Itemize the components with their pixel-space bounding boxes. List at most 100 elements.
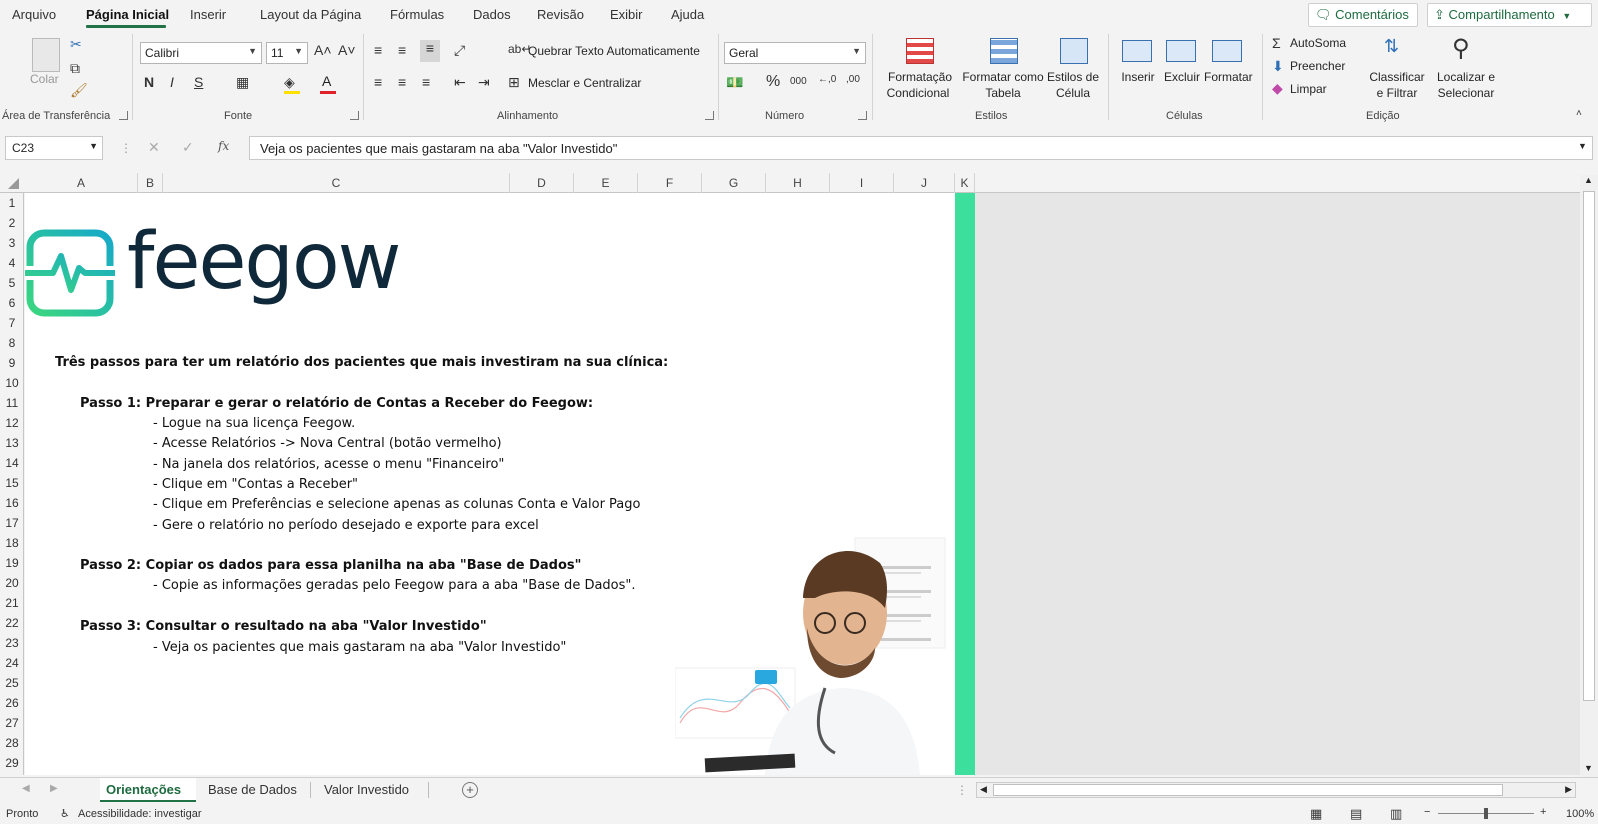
row-header[interactable]: 11 xyxy=(0,393,23,413)
sort-filter-line2[interactable]: e Filtrar xyxy=(1366,86,1428,101)
cell-styles-line2[interactable]: Célula xyxy=(1044,86,1102,101)
row-header[interactable]: 3 xyxy=(0,233,23,253)
fill-color-icon[interactable]: ◈ xyxy=(284,74,295,91)
row-header[interactable]: 1 xyxy=(0,193,23,213)
number-format-select[interactable]: Geral ▼ xyxy=(724,42,866,64)
tab-layout[interactable]: Layout da Página xyxy=(260,7,361,22)
col-header-k[interactable]: K xyxy=(955,173,975,193)
row-header[interactable]: 17 xyxy=(0,513,23,533)
scroll-right-icon[interactable]: ▶ xyxy=(1565,784,1572,795)
page-break-view-icon[interactable]: ▥ xyxy=(1390,806,1402,822)
col-header-d[interactable]: D xyxy=(510,173,574,193)
format-table-line2[interactable]: Tabela xyxy=(960,86,1046,101)
row-header[interactable]: 7 xyxy=(0,313,23,333)
format-painter-icon[interactable]: 🖌 xyxy=(70,82,88,99)
merge-center-button[interactable]: Mesclar e Centralizar xyxy=(528,76,641,91)
col-header-c[interactable]: C xyxy=(163,173,510,193)
collapse-ribbon-icon[interactable]: ˄ xyxy=(1576,108,1582,119)
autosum-button[interactable]: AutoSoma xyxy=(1290,36,1346,51)
align-center-icon[interactable]: ≡ xyxy=(398,74,406,90)
comments-button[interactable]: 🗨 Comentários xyxy=(1308,3,1418,27)
wrap-text-button[interactable]: Quebrar Texto Automaticamente xyxy=(528,44,700,59)
comma-style-icon[interactable]: 000 xyxy=(790,76,807,87)
col-header-g[interactable]: G xyxy=(702,173,766,193)
col-header-h[interactable]: H xyxy=(766,173,830,193)
col-header-j[interactable]: J xyxy=(894,173,955,193)
worksheet[interactable]: feegow Três passos para ter um relatório… xyxy=(25,193,955,775)
horizontal-scrollbar[interactable]: ◀ ▶ xyxy=(976,782,1576,798)
borders-icon[interactable]: ▦ xyxy=(236,74,249,91)
tab-formulas[interactable]: Fórmulas xyxy=(390,7,444,22)
row-header[interactable]: 26 xyxy=(0,693,23,713)
row-header[interactable]: 5 xyxy=(0,273,23,293)
sort-filter-line1[interactable]: Classificar xyxy=(1366,70,1428,85)
zoom-level[interactable]: 100% xyxy=(1566,808,1594,820)
row-header[interactable]: 13 xyxy=(0,433,23,453)
row-header[interactable]: 18 xyxy=(0,533,23,553)
tab-splitter-icon[interactable]: ⋮ xyxy=(956,783,968,797)
cell-styles-line1[interactable]: Estilos de xyxy=(1044,70,1102,85)
conditional-format-line2[interactable]: Condicional xyxy=(882,86,954,101)
font-size-select[interactable]: 11 ▼ xyxy=(266,42,308,64)
enter-icon[interactable]: ✓ xyxy=(182,139,194,156)
page-layout-view-icon[interactable]: ▤ xyxy=(1350,806,1362,822)
fill-button[interactable]: Preencher xyxy=(1290,59,1345,74)
row-header[interactable]: 27 xyxy=(0,713,23,733)
format-cells-button[interactable]: Formatar xyxy=(1204,70,1253,85)
decrease-font-icon[interactable]: A˅ xyxy=(338,42,356,58)
col-header-e[interactable]: E xyxy=(574,173,638,193)
row-header[interactable]: 22 xyxy=(0,613,23,633)
row-header[interactable]: 14 xyxy=(0,453,23,473)
currency-icon[interactable]: 💵 xyxy=(726,74,743,91)
find-select-line2[interactable]: Selecionar xyxy=(1432,86,1500,101)
row-header[interactable]: 21 xyxy=(0,593,23,613)
align-right-icon[interactable]: ≡ xyxy=(422,74,430,90)
share-button[interactable]: ⇪ Compartilhamento ▼ xyxy=(1427,3,1592,27)
underline-button[interactable]: S xyxy=(194,74,203,90)
insert-cells-button[interactable]: Inserir xyxy=(1118,70,1158,85)
accessibility-status[interactable]: Acessibilidade: investigar xyxy=(78,808,202,820)
row-header[interactable]: 6 xyxy=(0,293,23,313)
row-header[interactable]: 19 xyxy=(0,553,23,573)
tab-inserir[interactable]: Inserir xyxy=(190,7,226,22)
scroll-up-icon[interactable]: ▲ xyxy=(1584,175,1593,185)
prev-sheet-icon[interactable]: ◀ xyxy=(22,783,30,794)
bold-button[interactable]: N xyxy=(144,74,154,90)
tab-pagina-inicial[interactable]: Página Inicial xyxy=(86,7,169,22)
font-name-select[interactable]: Calibri ▼ xyxy=(140,42,262,64)
vertical-scrollbar[interactable]: ▲ ▼ xyxy=(1580,175,1598,777)
row-header[interactable]: 8 xyxy=(0,333,23,353)
alignment-launcher-icon[interactable] xyxy=(705,111,714,120)
scroll-left-icon[interactable]: ◀ xyxy=(980,784,987,795)
copy-icon[interactable]: ⧉ xyxy=(70,60,80,77)
percent-icon[interactable]: % xyxy=(766,73,780,91)
cut-icon[interactable]: ✂ xyxy=(70,36,82,53)
col-header-f[interactable]: F xyxy=(638,173,702,193)
font-launcher-icon[interactable] xyxy=(350,111,359,120)
delete-cells-button[interactable]: Excluir xyxy=(1162,70,1202,85)
format-table-line1[interactable]: Formatar como xyxy=(960,70,1046,85)
align-top-icon[interactable]: ≡ xyxy=(374,42,382,58)
col-header-b[interactable]: B xyxy=(138,173,163,193)
row-header[interactable]: 16 xyxy=(0,493,23,513)
col-header-a[interactable]: A xyxy=(25,173,138,193)
tab-exibir[interactable]: Exibir xyxy=(610,7,643,22)
conditional-format-line1[interactable]: Formatação xyxy=(884,70,956,85)
col-header-i[interactable]: I xyxy=(830,173,894,193)
italic-button[interactable]: I xyxy=(170,74,174,90)
row-header[interactable]: 10 xyxy=(0,373,23,393)
align-middle-icon[interactable]: ≡ xyxy=(398,42,406,58)
vertical-scroll-thumb[interactable] xyxy=(1583,191,1595,701)
increase-font-icon[interactable]: A˄ xyxy=(314,42,332,58)
row-header[interactable]: 25 xyxy=(0,673,23,693)
row-header[interactable]: 20 xyxy=(0,573,23,593)
clipboard-launcher-icon[interactable] xyxy=(119,111,128,120)
find-select-line1[interactable]: Localizar e xyxy=(1432,70,1500,85)
clear-button[interactable]: Limpar xyxy=(1290,82,1327,97)
row-header[interactable]: 12 xyxy=(0,413,23,433)
select-all-icon[interactable] xyxy=(8,178,19,189)
row-header[interactable]: 23 xyxy=(0,633,23,653)
add-sheet-icon[interactable]: + xyxy=(462,782,478,798)
name-box[interactable]: C23 ▼ xyxy=(5,136,103,160)
tab-revisao[interactable]: Revisão xyxy=(537,7,584,22)
